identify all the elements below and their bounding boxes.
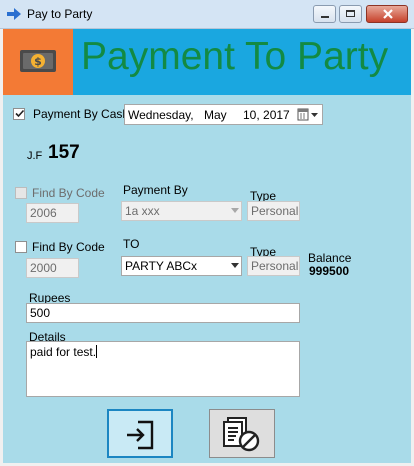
checkmark-icon [14,108,25,122]
to-party-select[interactable]: PARTY ABCx [121,256,242,276]
form-body: $ Payment To Party Payment By Cash Wedne… [3,29,411,463]
arrow-right-icon [6,7,22,24]
jf-value: 157 [48,142,80,163]
close-icon [382,8,394,23]
balance-value: 999500 [309,264,350,278]
cancel-document-icon [222,415,262,456]
from-find-by-code-checkbox[interactable] [15,187,27,199]
payment-by-cash-checkbox[interactable] [13,108,25,120]
minimize-icon [321,16,329,18]
window-title: Pay to Party [27,7,93,21]
logo-tile: $ [3,29,73,95]
to-label: TO [123,237,140,251]
payment-by-select[interactable]: 1a xxx [121,201,242,221]
to-find-by-code-checkbox[interactable] [15,241,27,253]
to-type-field[interactable]: Personal [247,256,300,276]
to-find-by-code-label: Find By Code [32,240,105,254]
details-textarea[interactable]: paid for test. [26,341,300,397]
from-type-field[interactable]: Personal [247,201,300,221]
to-code-field[interactable]: 2000 [26,258,79,278]
minimize-button[interactable] [313,5,336,23]
submit-button[interactable] [107,409,173,458]
close-button[interactable] [366,5,408,23]
svg-text:$: $ [34,55,42,68]
money-icon: $ [19,49,57,76]
rupees-input[interactable]: 500 [26,303,300,323]
chevron-down-icon [231,263,239,268]
login-icon [124,418,158,455]
title-bar: Pay to Party [0,0,414,29]
payment-by-value: 1a xxx [125,204,160,218]
details-value: paid for test. [30,345,97,359]
payment-by-label: Payment By [123,183,188,197]
jf-label: J.F [27,150,43,162]
date-day-year: 10, 2017 [243,108,290,122]
maximize-button[interactable] [339,5,362,23]
page-title: Payment To Party [81,35,389,78]
maximize-icon [346,10,355,17]
balance-label: Balance [308,251,352,265]
date-weekday: Wednesday, [128,108,194,122]
chevron-down-icon [231,208,239,213]
date-month: May [204,108,227,122]
header-band: $ Payment To Party [3,29,411,95]
payment-by-cash-label: Payment By Cash [33,107,130,121]
from-code-field[interactable]: 2006 [26,203,79,223]
payment-date-picker[interactable]: Wednesday, May 10, 2017 [124,104,323,125]
to-party-value: PARTY ABCx [125,259,198,273]
from-find-by-code-label: Find By Code [32,186,105,200]
calendar-icon[interactable] [297,108,319,124]
cancel-button[interactable] [209,409,275,458]
